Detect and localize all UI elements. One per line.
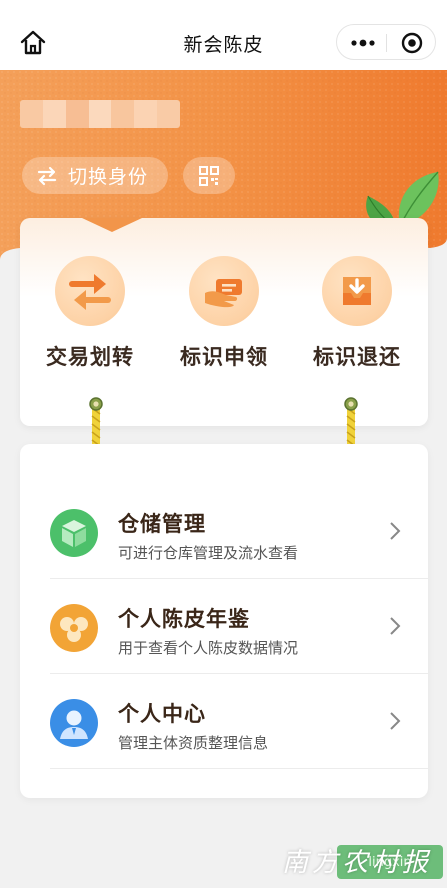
person-icon (50, 699, 98, 747)
flower-icon (50, 604, 98, 652)
action-label: 标识申领 (180, 345, 268, 369)
menu-item-subtitle: 管理主体资质整理信息 (118, 734, 269, 752)
menu-card: 仓储管理 可进行仓库管理及流水查看 个人陈皮年鉴 用于查看个人陈皮数据情况 个人… (20, 444, 428, 798)
miniprogram-capsule (336, 24, 436, 60)
close-target-icon[interactable] (393, 29, 431, 57)
card-notch (82, 218, 142, 232)
switch-identity-button[interactable]: 切换身份 (22, 157, 168, 194)
action-transaction-transfer[interactable]: 交易划转 (30, 256, 150, 371)
inbox-return-icon (322, 256, 392, 326)
menu-item-title: 个人中心 (118, 702, 206, 726)
menu-item-warehouse[interactable]: 仓储管理 可进行仓库管理及流水查看 (50, 484, 428, 579)
chevron-right-icon (390, 522, 401, 540)
action-label: 交易划转 (46, 345, 134, 369)
more-icon[interactable] (343, 29, 383, 57)
row-divider (50, 768, 428, 769)
switch-identity-label: 切换身份 (68, 166, 149, 188)
swap-arrows-icon (37, 166, 57, 185)
menu-item-subtitle: 可进行仓库管理及流水查看 (118, 544, 299, 562)
menu-item-personal-center[interactable]: 个人中心 管理主体资质整理信息 (50, 674, 428, 769)
quick-actions-card: 交易划转 标识申领 标识退还 (20, 218, 428, 426)
chevron-right-icon (390, 712, 401, 730)
hand-card-icon (189, 256, 259, 326)
top-navigation-bar: 新会陈皮 (0, 0, 447, 70)
menu-item-title: 个人陈皮年鉴 (118, 607, 250, 631)
qr-code-button[interactable] (183, 157, 235, 194)
menu-item-subtitle: 用于查看个人陈皮数据情况 (118, 639, 299, 657)
menu-item-yearbook[interactable]: 个人陈皮年鉴 用于查看个人陈皮数据情况 (50, 579, 428, 674)
action-label-application[interactable]: 标识申领 (164, 256, 284, 371)
capsule-divider (386, 34, 387, 52)
chevron-right-icon (390, 617, 401, 635)
action-label: 标识退还 (313, 345, 401, 369)
action-label-return[interactable]: 标识退还 (297, 256, 417, 371)
transfer-icon (55, 256, 125, 326)
blurred-username (20, 100, 180, 128)
menu-item-title: 仓储管理 (118, 512, 206, 536)
qr-code-icon (199, 165, 219, 186)
box-icon (50, 509, 98, 557)
watermark-text: 南方农村报 (282, 848, 433, 878)
